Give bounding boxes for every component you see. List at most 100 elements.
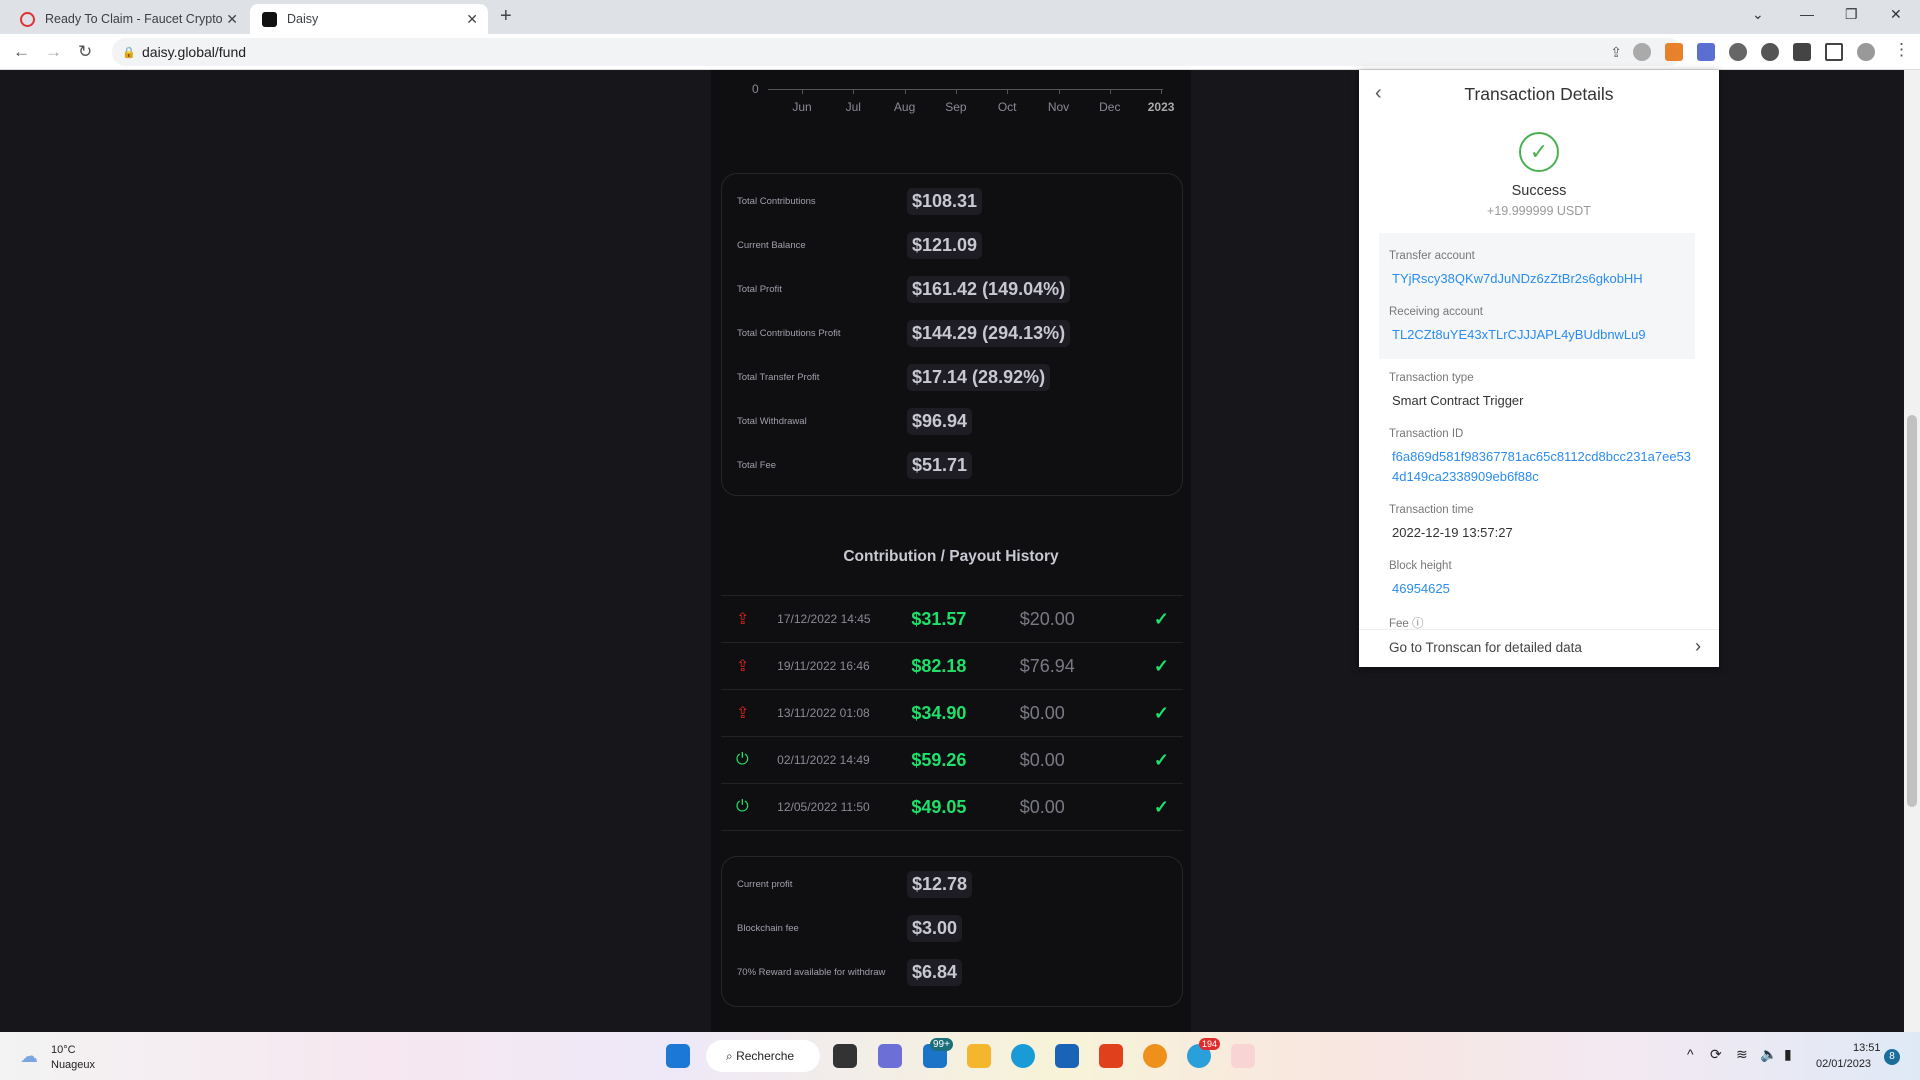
volume-icon[interactable]: 🔈: [1760, 1046, 1777, 1063]
brave-icon[interactable]: [1099, 1044, 1123, 1068]
transaction-id-link[interactable]: f6a869d581f98367781ac65c8112cd8bcc231a7e…: [1392, 447, 1692, 487]
weather-text[interactable]: Nuageux: [51, 1059, 95, 1071]
forward-icon[interactable]: →: [45, 42, 62, 62]
reward-value: $3.00: [907, 915, 963, 942]
history-payout: $0.00: [1019, 749, 1065, 770]
stat-label: Current Balance: [737, 240, 806, 251]
profile-avatar[interactable]: [1857, 43, 1875, 61]
receiving-account-link[interactable]: TL2CZt8uYE43xTLrCJJJAPL4yBUdbnwLu9: [1392, 325, 1702, 345]
check-icon: ✓: [1153, 608, 1169, 629]
x-tick-mark: [1161, 90, 1163, 94]
stat-label: Total Fee: [737, 460, 777, 471]
extension-active-icon[interactable]: [1697, 43, 1715, 61]
history-amount: $34.90: [911, 702, 967, 723]
history-date: 02/11/2022 14:49: [777, 753, 870, 767]
task-view-icon[interactable]: [833, 1044, 857, 1068]
history-row[interactable]: ⇪ 13/11/2022 01:08 $34.90 $0.00 ✓: [721, 689, 1183, 736]
scrollbar-thumb[interactable]: [1907, 415, 1917, 807]
back-icon[interactable]: ←: [13, 42, 30, 62]
x-tick-mark: [1007, 90, 1009, 94]
file-explorer-icon[interactable]: [967, 1044, 991, 1068]
type-label: Transaction type: [1389, 372, 1474, 384]
stat-value: $144.29 (294.13%): [907, 320, 1071, 347]
block-height-link[interactable]: 46954625: [1392, 579, 1702, 599]
store-icon[interactable]: [1055, 1044, 1079, 1068]
stat-value: $121.09: [907, 232, 983, 259]
close-window-button[interactable]: ✕: [1890, 6, 1902, 23]
stat-row: Total Profit $161.42 (149.04%): [737, 276, 1071, 303]
snipping-tool-icon[interactable]: [1231, 1044, 1255, 1068]
tab-faucet-crypto[interactable]: Ready To Claim - Faucet Crypto ✕: [8, 4, 248, 34]
restore-button[interactable]: ❐: [1845, 6, 1858, 23]
history-date: 19/11/2022 16:46: [777, 659, 870, 673]
weather-cloud-icon: ☁: [20, 1046, 38, 1066]
stat-row: Total Transfer Profit $17.14 (28.92%): [737, 364, 1051, 391]
battery-icon[interactable]: ▮: [1784, 1046, 1792, 1063]
extension-ruble-icon[interactable]: [1633, 43, 1651, 61]
divider: [721, 830, 1183, 831]
chrome-c-icon[interactable]: [1143, 1044, 1167, 1068]
history-payout: $0.00: [1019, 702, 1065, 723]
history-row[interactable]: ⇪ 19/11/2022 16:46 $82.18 $76.94 ✓: [721, 642, 1183, 689]
temperature[interactable]: 10°C: [51, 1044, 76, 1056]
chat-icon[interactable]: [878, 1044, 902, 1068]
stat-row: Current Balance $121.09: [737, 232, 983, 259]
menu-kebab-icon[interactable]: ⋮: [1893, 40, 1910, 60]
tronscan-link[interactable]: Go to Tronscan for detailed data ›: [1359, 629, 1719, 667]
share-icon[interactable]: ⇪: [1610, 44, 1622, 61]
stats-card: Total Contributions $108.31 Current Balanc…: [721, 173, 1183, 496]
stat-row: Total Fee $51.71: [737, 452, 973, 479]
x-tick-mark: [1109, 90, 1111, 94]
x-tick-label: Nov: [1047, 100, 1070, 114]
reward-label: Blockchain fee: [737, 923, 799, 934]
clock-date[interactable]: 02/01/2023: [1816, 1058, 1871, 1070]
x-axis: [768, 89, 1163, 90]
x-tick-label: Sep: [945, 100, 967, 114]
x-tick-mark: [1058, 90, 1060, 94]
upload-icon: ⇪: [736, 611, 750, 628]
upload-icon: ⇪: [736, 658, 750, 675]
stat-value: $161.42 (149.04%): [907, 276, 1071, 303]
taskbar-search[interactable]: ⌕ Recherche: [706, 1040, 820, 1072]
history-date: 12/05/2022 11:50: [777, 800, 870, 814]
url-input[interactable]: 🔒daisy.global/fund ⇪☆: [112, 38, 1682, 66]
wifi-icon[interactable]: ≋: [1736, 1046, 1748, 1063]
reload-icon[interactable]: ↻: [78, 42, 92, 62]
scrollbar[interactable]: [1904, 70, 1920, 1032]
edge-icon[interactable]: [1011, 1044, 1035, 1068]
history-payout: $0.00: [1019, 796, 1065, 817]
history-date: 17/12/2022 14:45: [777, 612, 871, 626]
tray-chevron-icon[interactable]: ^: [1687, 1046, 1694, 1062]
notification-badge[interactable]: 8: [1884, 1049, 1900, 1065]
faucet-icon: [20, 11, 35, 27]
x-tick-mark: [853, 90, 855, 94]
x-tick-label: Jul: [845, 100, 861, 114]
metamask-icon[interactable]: [1665, 43, 1683, 61]
close-tab-icon[interactable]: ✕: [466, 11, 478, 28]
extensions-puzzle-icon[interactable]: [1793, 43, 1811, 61]
stat-row: Total Contributions Profit $144.29 (294.1…: [737, 320, 1071, 347]
transfer-account-link[interactable]: TYjRscy38QKw7dJuNDz6zZtBr2s6gkobHH: [1392, 269, 1702, 289]
minimize-button[interactable]: —: [1800, 6, 1814, 22]
history-row[interactable]: ⏻ 02/11/2022 14:49 $59.26 $0.00 ✓: [721, 736, 1183, 783]
success-check-icon: ✓: [1519, 132, 1559, 172]
history-row[interactable]: ⇪ 17/12/2022 14:45 $31.57 $20.00 ✓: [721, 595, 1183, 642]
history-title: Contribution / Payout History: [843, 548, 1059, 565]
x-tick-label: Aug: [893, 100, 916, 114]
new-tab-button[interactable]: +: [500, 5, 512, 28]
start-windows-icon[interactable]: [666, 1044, 690, 1068]
extension-c-icon[interactable]: [1729, 43, 1747, 61]
reward-row: Blockchain fee $3.00: [737, 915, 963, 942]
clock-time[interactable]: 13:51: [1853, 1042, 1881, 1054]
tab-daisy[interactable]: Daisy ✕: [250, 4, 488, 34]
side-panel-icon[interactable]: [1825, 43, 1843, 61]
history-row[interactable]: ⏻ 12/05/2022 11:50 $49.05 $0.00 ✓: [721, 783, 1183, 830]
x-tick-label: Oct: [997, 100, 1017, 114]
lock-icon: 🔒: [122, 46, 136, 59]
close-tab-icon[interactable]: ✕: [226, 11, 238, 28]
tab-search-icon[interactable]: ⌄: [1752, 6, 1764, 23]
stat-row: Total Withdrawal $96.94: [737, 408, 973, 435]
rewards-card: Current profit $12.78 Blockchain fee $3.00 7…: [721, 856, 1183, 1007]
sync-icon[interactable]: ⟳: [1710, 1046, 1722, 1063]
extension-bolt-icon[interactable]: [1761, 43, 1779, 61]
